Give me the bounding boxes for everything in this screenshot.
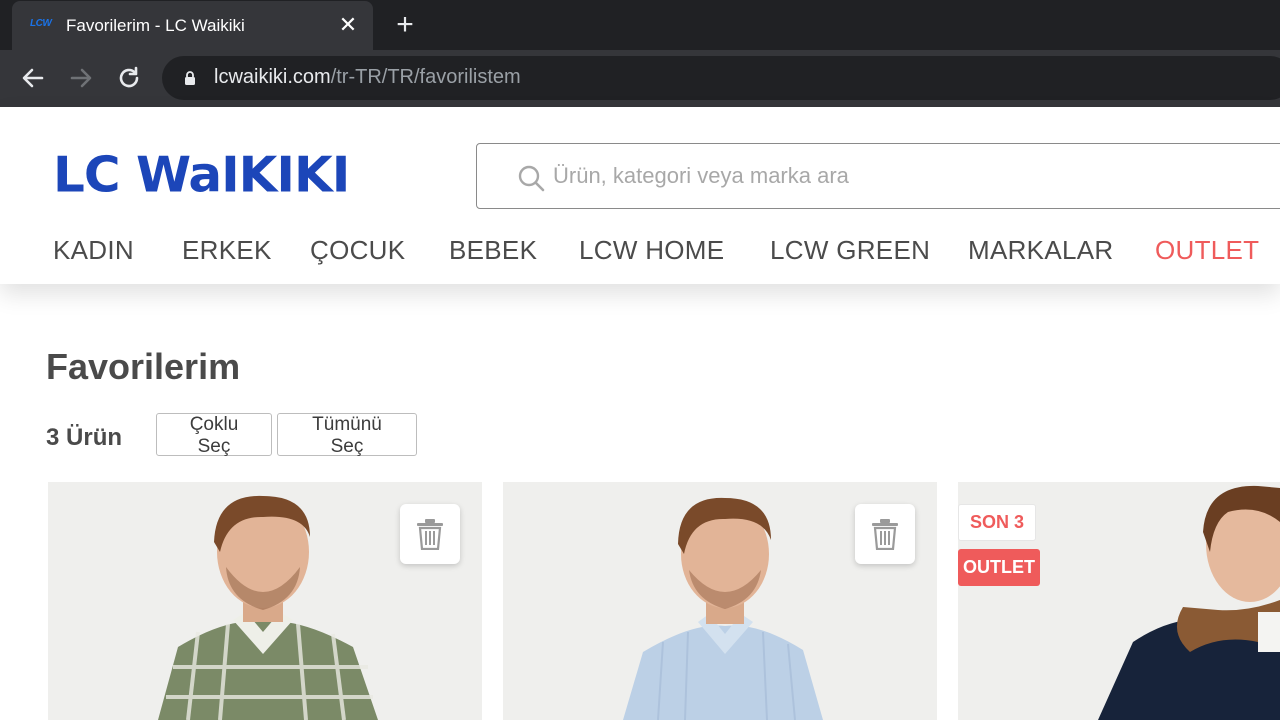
nav-kadin[interactable]: KADIN [53,235,134,266]
multi-select-button[interactable]: Çoklu Seç [156,413,272,457]
nav-lcw-green[interactable]: LCW GREEN [770,235,930,266]
tab-title: Favorilerim - LC Waikiki [66,16,245,35]
page-title: Favorilerim [46,346,241,387]
trash-icon [417,519,443,550]
select-all-button[interactable]: Tümünü Seç [277,413,417,457]
product-card[interactable] [48,482,482,720]
outlet-badge: OUTLET [958,549,1040,586]
nav-cocuk[interactable]: ÇOCUK [310,235,405,266]
lcw-favicon-icon: LCW [30,18,52,29]
url-path: /tr-TR/TR/favorilistem [330,66,521,88]
browser-tab[interactable]: LCW Favorilerim - LC Waikiki ✕ [12,1,373,50]
main-nav: KADIN ERKEK ÇOCUK BEBEK LCW HOME LCW GRE… [0,235,1280,275]
tab-close-icon[interactable]: ✕ [338,13,358,37]
reload-icon[interactable] [115,64,143,92]
url-text: lcwaikiki.com/tr-TR/TR/favorilistem [214,66,521,89]
lock-icon [185,71,195,85]
new-tab-icon[interactable]: + [392,10,418,40]
nav-erkek[interactable]: ERKEK [182,235,272,266]
nav-markalar[interactable]: MARKALAR [968,235,1113,266]
stock-badge: SON 3 [958,504,1037,541]
search-box[interactable] [476,143,1280,209]
search-input[interactable] [553,156,1253,196]
forward-icon[interactable] [67,64,95,92]
address-bar[interactable]: lcwaikiki.com/tr-TR/TR/favorilistem [162,56,1280,100]
product-count: 3 Ürün [46,424,123,451]
url-host: lcwaikiki.com [214,66,331,88]
nav-bebek[interactable]: BEBEK [449,235,537,266]
browser-tabbar: LCW Favorilerim - LC Waikiki ✕ + [0,0,1280,50]
back-icon[interactable] [19,64,47,92]
remove-favorite-button[interactable] [400,504,460,564]
remove-favorite-button[interactable] [855,504,915,564]
product-card[interactable] [503,482,937,720]
nav-outlet[interactable]: OUTLET [1155,235,1259,266]
product-card[interactable]: SON 3 OUTLET [958,482,1280,720]
trash-icon [872,519,898,550]
nav-lcw-home[interactable]: LCW HOME [579,235,724,266]
site-header: LC WaIKIKI KADIN ERKEK ÇOCUK BEBEK LCW H… [0,107,1280,284]
lc-waikiki-logo[interactable]: LC WaIKIKI [53,148,350,203]
search-icon[interactable] [517,164,545,192]
browser-toolbar: lcwaikiki.com/tr-TR/TR/favorilistem [0,50,1280,107]
